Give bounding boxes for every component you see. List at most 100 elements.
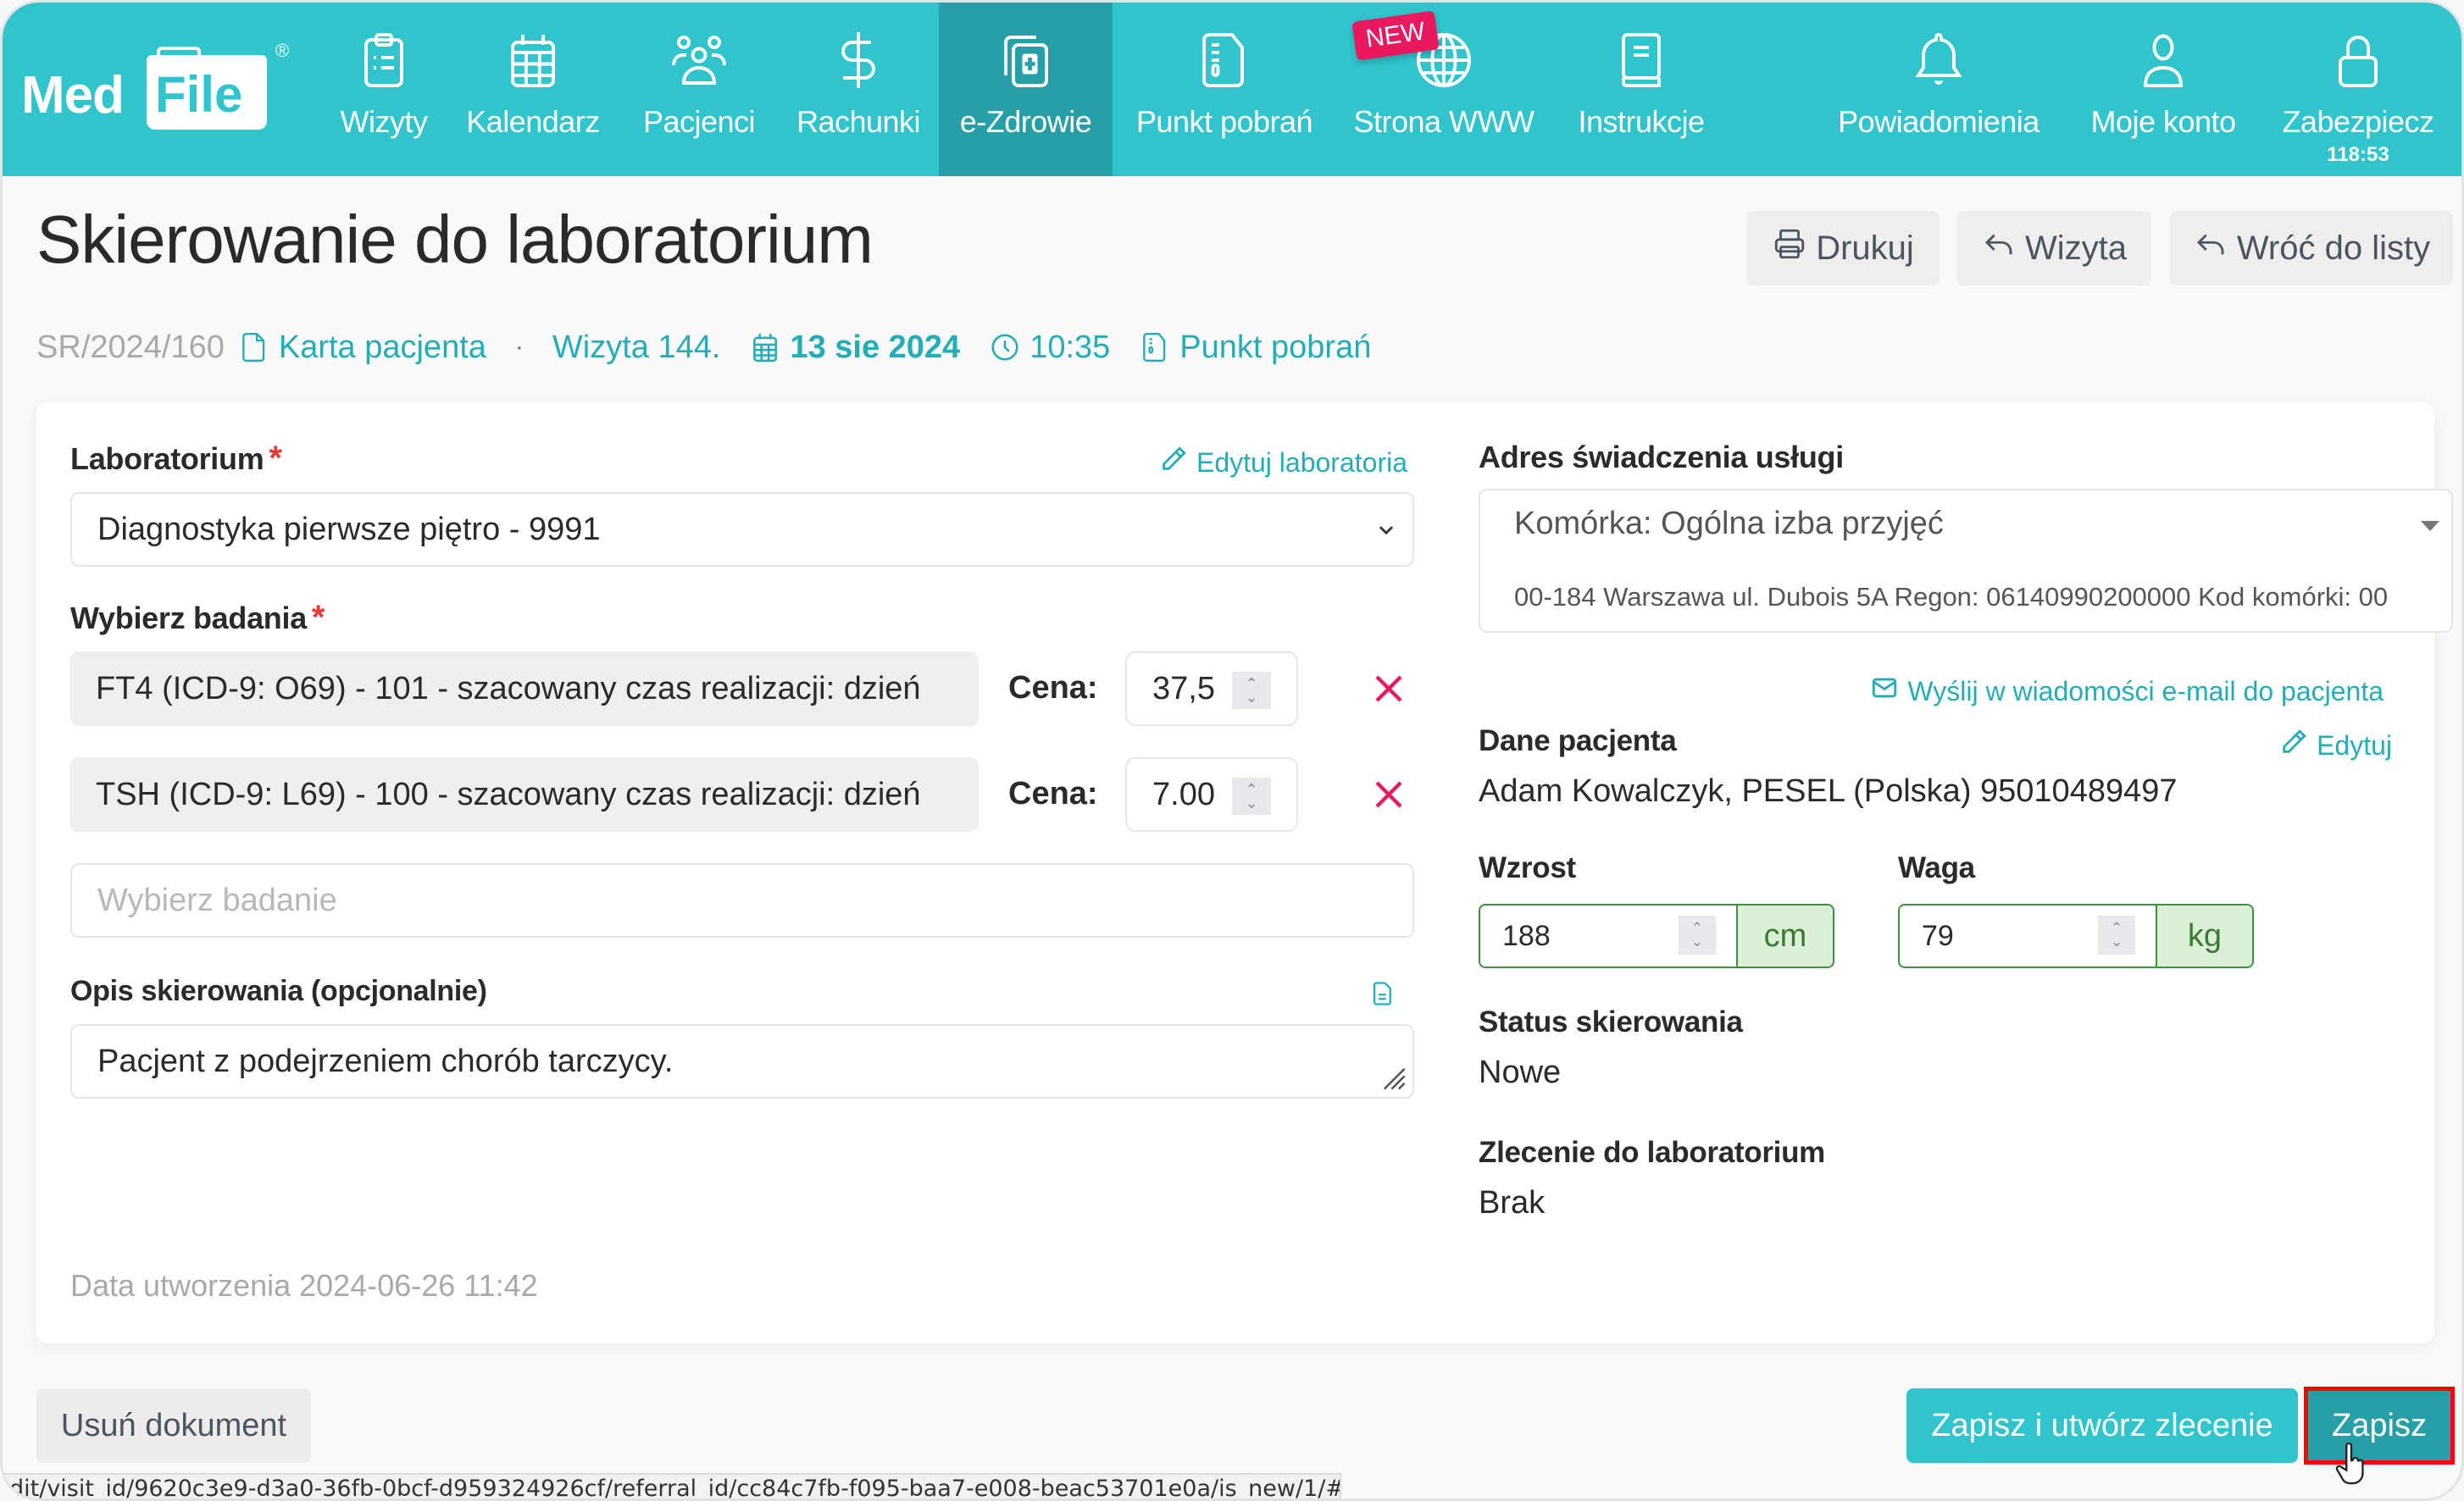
price-input[interactable]: 37,5 ⌃ ⌄ <box>1125 651 1298 726</box>
remove-test-button[interactable] <box>1368 668 1409 709</box>
nav-item-pacjenci[interactable]: Pacjenci <box>636 3 762 176</box>
separator: · <box>514 333 524 361</box>
collection-point-link[interactable]: Punkt pobrań <box>1179 330 1371 366</box>
session-timer: 118:53 <box>2327 143 2389 166</box>
nav-item-zabezpiecz[interactable]: Zabezpiecz 118:53 <box>2277 3 2439 176</box>
registered-mark: ® <box>275 40 290 61</box>
visit-link[interactable]: Wizyta 144. <box>552 330 721 366</box>
document-meta: SR/2024/160 Karta pacjenta · Wizyta 144.… <box>36 326 1400 368</box>
description-textarea[interactable]: Pacjent z podejrzeniem chorób tarczycy. <box>70 1024 1414 1099</box>
edit-patient-link[interactable]: Edytuj <box>2279 728 2392 763</box>
clipboard-list-icon <box>350 26 418 94</box>
lock-icon <box>2324 26 2392 94</box>
calendar-icon <box>749 330 781 365</box>
back-to-list-button[interactable]: Wróć do listy <box>2170 211 2453 285</box>
weight-unit: kg <box>2156 906 2252 967</box>
tests-label: Wybierz badania * <box>70 599 325 637</box>
envelope-icon <box>1870 673 1899 709</box>
remove-test-button[interactable] <box>1368 774 1409 815</box>
save-and-create-order-button[interactable]: Zapisz i utwórz zlecenie <box>1906 1388 2298 1463</box>
service-address-select[interactable]: Komórka: Ogólna izba przyjęć 00-184 Wars… <box>1479 489 2453 633</box>
tests-label-text: Wybierz badania <box>70 601 307 635</box>
test-name: TSH (ICD-9: L69) - 100 - szacowany czas … <box>96 776 921 812</box>
edit-laboratories-label: Edytuj laboratoria <box>1196 446 1407 478</box>
save-button[interactable]: Zapisz <box>2304 1387 2455 1465</box>
number-stepper[interactable]: ⌃ ⌄ <box>1232 778 1271 815</box>
referral-form-card: Laboratorium * Edytuj laboratoria Diagnos… <box>36 402 2453 1343</box>
medfile-logo[interactable]: Med File ® <box>21 40 289 131</box>
caret-down-icon <box>2421 521 2439 531</box>
chevron-down-icon: ⌄ <box>1690 933 1704 950</box>
close-icon <box>1375 781 1402 808</box>
number-stepper[interactable]: ⌃ ⌄ <box>2098 916 2135 955</box>
nav-item-powiadomienia[interactable]: Powiadomienia <box>1824 3 2053 176</box>
nav-label: Instrukcje <box>1578 104 1705 139</box>
nav-label: Pacjenci <box>642 104 756 139</box>
nav-item-kalendarz[interactable]: Kalendarz <box>460 3 606 176</box>
visit-label: Wizyta <box>2025 229 2127 267</box>
status-value: Nowe <box>1479 1055 1562 1090</box>
clock-icon <box>989 330 1021 365</box>
address-unit: Komórka: Ogólna izba przyjęć <box>1514 506 1944 541</box>
book-icon <box>1607 26 1675 94</box>
close-icon <box>1375 675 1402 702</box>
delete-document-button[interactable]: Usuń dokument <box>36 1388 311 1463</box>
laboratory-selected-value: Diagnostyka pierwsze piętro - 9991 <box>97 511 601 547</box>
nav-label: Kalendarz <box>466 104 600 139</box>
lab-order-value: Brak <box>1479 1185 1546 1221</box>
price-label: Cena: <box>1008 670 1098 706</box>
selected-test-tsh: TSH (ICD-9: L69) - 100 - szacowany czas … <box>70 757 979 832</box>
height-input-group: 188 ⌃ ⌄ cm <box>1479 904 1834 968</box>
number-stepper[interactable]: ⌃ ⌄ <box>1679 916 1716 955</box>
resize-handle-icon[interactable] <box>1379 1063 1407 1092</box>
nav-item-instrukcje[interactable]: Instrukcje <box>1567 3 1716 176</box>
address-label: Adres świadczenia usługi <box>1479 440 1844 474</box>
pencil-icon <box>1159 445 1188 480</box>
nav-item-punkt-pobran[interactable]: Punkt pobrań <box>1128 3 1321 176</box>
test-name: FT4 (ICD-9: O69) - 101 - szacowany czas … <box>96 670 921 706</box>
visit-button[interactable]: Wizyta <box>1956 211 2151 285</box>
hand-cursor-icon <box>2334 1442 2368 1485</box>
lab-order-label: Zlecenie do laboratorium <box>1479 1136 1825 1169</box>
nav-item-moje-konto[interactable]: Moje konto <box>2077 3 2250 176</box>
chevron-down-icon: ⌄ <box>1245 795 1258 811</box>
nav-label: Powiadomienia <box>1838 104 2039 139</box>
address-details: 00-184 Warszawa ul. Dubois 5A Regon: 061… <box>1514 582 2389 612</box>
edit-laboratories-link[interactable]: Edytuj laboratoria <box>1159 445 1407 480</box>
document-icon <box>1373 982 1391 1005</box>
patient-identity: Adam Kowalczyk, PESEL (Polska) 950104894… <box>1479 773 2178 809</box>
weight-label: Waga <box>1898 851 1975 884</box>
height-label: Wzrost <box>1479 851 1576 884</box>
pencil-icon <box>2279 728 2308 763</box>
sample-doc-icon <box>1139 330 1171 365</box>
selected-test-ft4: FT4 (ICD-9: O69) - 101 - szacowany czas … <box>70 651 979 726</box>
weight-input[interactable]: 79 ⌃ ⌄ <box>1900 906 2156 967</box>
add-test-input[interactable]: Wybierz badanie <box>70 863 1414 938</box>
nav-label: Rachunki <box>796 104 921 139</box>
document-number: SR/2024/160 <box>36 329 225 365</box>
print-button[interactable]: Drukuj <box>1746 211 1940 285</box>
nav-item-rachunki[interactable]: Rachunki <box>791 3 926 176</box>
send-email-link[interactable]: Wyślij w wiadomości e-mail do pacjenta <box>1870 673 2384 709</box>
height-input[interactable]: 188 ⌃ ⌄ <box>1480 906 1736 967</box>
price-value: 37,5 <box>1152 670 1215 706</box>
laboratory-select[interactable]: Diagnostyka pierwsze piętro - 9991 <box>70 492 1414 567</box>
chevron-down-icon <box>1372 515 1401 544</box>
nav-item-wizyty[interactable]: Wizyty <box>328 3 440 176</box>
nav-item-e-zdrowie[interactable]: e-Zdrowie <box>939 3 1113 176</box>
printer-icon <box>1772 226 1807 270</box>
price-label: Cena: <box>1008 776 1098 811</box>
template-document-button[interactable] <box>1370 978 1396 1009</box>
laboratory-label-text: Laboratorium <box>70 441 264 476</box>
height-unit: cm <box>1736 906 1833 967</box>
number-stepper[interactable]: ⌃ ⌄ <box>1232 672 1271 709</box>
edit-patient-label: Edytuj <box>2317 729 2392 761</box>
users-icon <box>665 26 733 94</box>
patient-card-link[interactable]: Karta pacjenta <box>279 330 486 366</box>
patient-data-label: Dane pacjenta <box>1479 724 1677 757</box>
description-label: Opis skierowania (opcjonalnie) <box>70 975 487 1007</box>
price-input[interactable]: 7.00 ⌃ ⌄ <box>1125 757 1298 832</box>
status-bar-url: dit/visit_id/9620c3e9-d3a0-36fb-0bcf-d95… <box>3 1473 1341 1498</box>
chevron-down-icon: ⌄ <box>2110 933 2123 950</box>
height-value: 188 <box>1502 919 1551 952</box>
